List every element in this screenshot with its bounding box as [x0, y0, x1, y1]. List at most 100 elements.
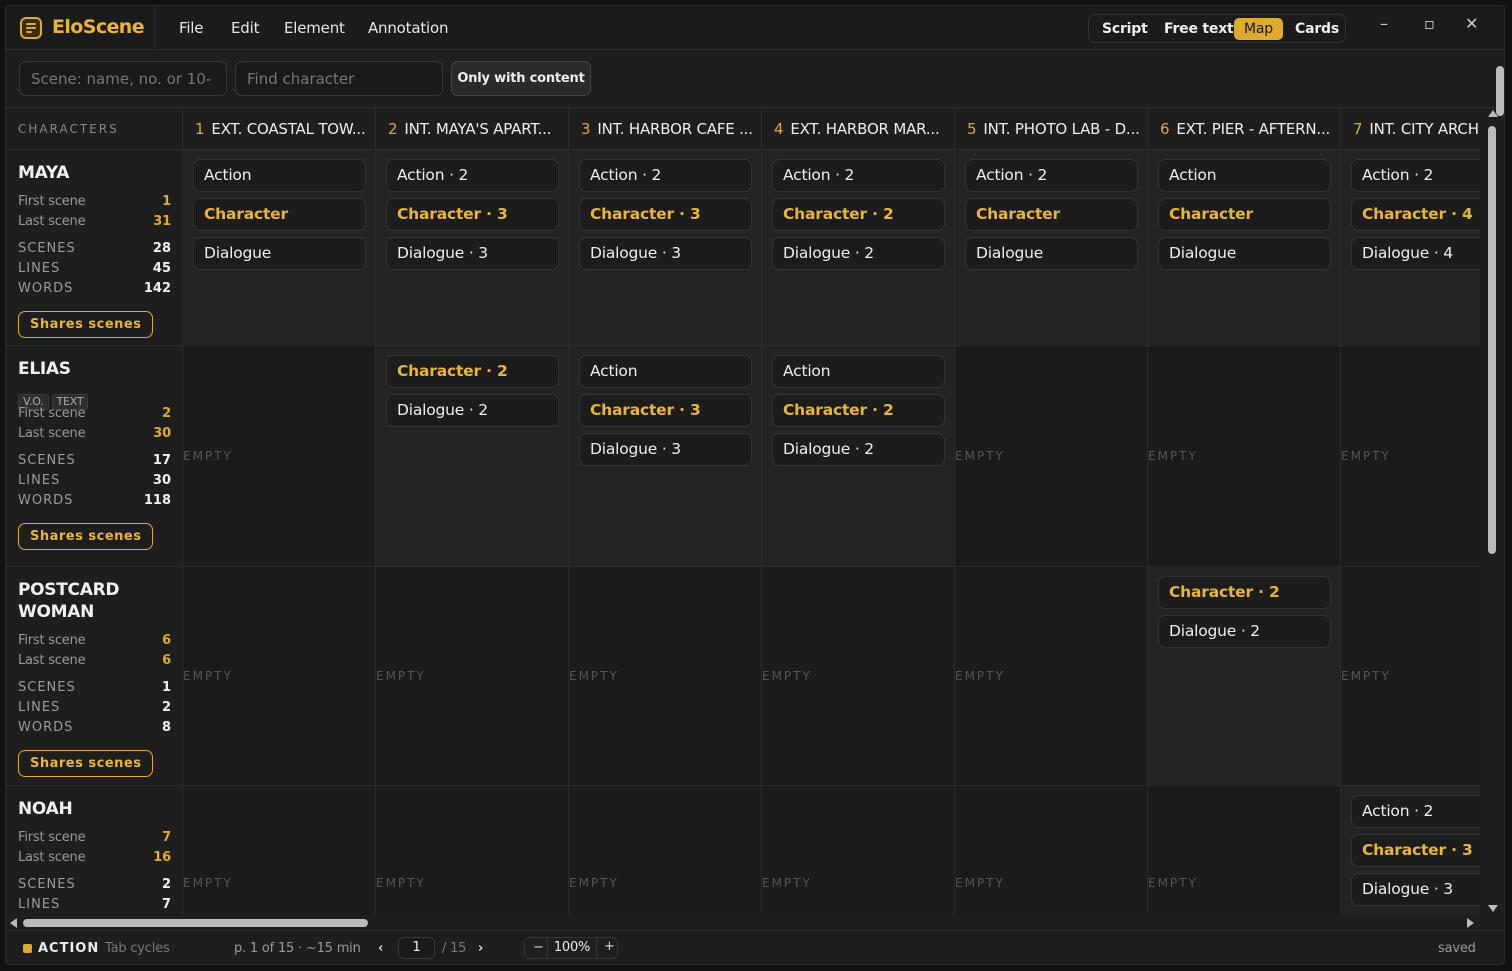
element-chip[interactable]: Character · 2	[772, 198, 945, 231]
element-chip[interactable]: Character · 3	[579, 198, 752, 231]
view-cards-button[interactable]: Cards	[1285, 18, 1349, 40]
element-chip[interactable]: Character · 3	[1351, 834, 1480, 867]
element-chip[interactable]: Dialogue	[965, 237, 1138, 270]
scene-name: EXT. COASTAL TOW...	[211, 120, 366, 138]
window-scroll-thumb[interactable]	[1496, 66, 1504, 116]
scene-header-4[interactable]: 4 EXT. HARBOR MAR...	[762, 108, 955, 150]
element-chip[interactable]: Dialogue · 3	[1351, 873, 1480, 906]
map-cell: EMPTY	[183, 567, 376, 786]
scroll-down-icon[interactable]	[1488, 905, 1498, 912]
last-scene-label: Last scene	[18, 426, 86, 441]
words-count-value: 118	[143, 493, 171, 508]
element-chip[interactable]: Character	[965, 198, 1138, 231]
scene-search-input[interactable]	[19, 61, 227, 96]
scenes-count-label: SCENES	[18, 680, 76, 695]
element-chip[interactable]: Character	[193, 198, 366, 231]
element-chip[interactable]: Dialogue	[1158, 237, 1331, 270]
element-chip[interactable]: Action · 2	[386, 159, 559, 192]
horizontal-scrollbar[interactable]	[6, 914, 1480, 930]
scroll-right-icon[interactable]	[1467, 918, 1474, 928]
lines-count-label: LINES	[18, 261, 61, 276]
horizontal-scroll-thumb[interactable]	[23, 919, 368, 927]
scene-number: 4	[774, 120, 784, 138]
element-chip[interactable]: Dialogue · 4	[1351, 237, 1480, 270]
element-chip[interactable]: Action · 2	[965, 159, 1138, 192]
menu-edit[interactable]: Edit	[231, 19, 259, 37]
menu-annotation[interactable]: Annotation	[368, 19, 448, 37]
only-with-content-button[interactable]: Only with content	[451, 61, 591, 96]
element-chip[interactable]: Dialogue · 2	[386, 394, 559, 427]
element-chip[interactable]: Character · 2	[772, 394, 945, 427]
element-chip[interactable]: Action · 2	[1351, 795, 1480, 828]
character-name: POSTCARD WOMAN	[18, 580, 120, 622]
menu-element[interactable]: Element	[284, 19, 345, 37]
map-cell: Character · 2 Dialogue · 2	[376, 346, 569, 567]
last-scene-value: 16	[153, 850, 171, 865]
scene-header-1[interactable]: 1 EXT. COASTAL TOW...	[183, 108, 376, 150]
last-scene: Last scene 16	[18, 850, 171, 870]
map-cell: Action · 2 Character · 3 Dialogue · 3	[1341, 786, 1480, 914]
scene-header-6[interactable]: 6 EXT. PIER - AFTERN...	[1148, 108, 1341, 150]
element-chip[interactable]: Action · 2	[579, 159, 752, 192]
view-map-button[interactable]: Map	[1234, 18, 1283, 40]
map-cell: Action Character · 3 Dialogue · 3	[569, 346, 762, 567]
element-chip[interactable]: Character · 4	[1351, 198, 1480, 231]
close-icon[interactable]: ✕	[1465, 14, 1478, 33]
element-chip[interactable]: Character	[1158, 198, 1331, 231]
scene-header-5[interactable]: 5 INT. PHOTO LAB - D...	[955, 108, 1148, 150]
element-chip[interactable]: Action · 2	[1351, 159, 1480, 192]
zoom-in-button[interactable]: +	[604, 939, 615, 954]
scene-header-2[interactable]: 2 INT. MAYA'S APART...	[376, 108, 569, 150]
element-chip[interactable]: Action	[579, 355, 752, 388]
element-chip[interactable]: Dialogue · 3	[579, 433, 752, 466]
view-script-button[interactable]: Script	[1092, 18, 1158, 40]
character-scene-map: CHARACTERS 1 EXT. COASTAL TOW... 2 INT. MAY…	[6, 108, 1480, 914]
element-chip[interactable]: Action · 2	[772, 159, 945, 192]
element-chip[interactable]: Action	[772, 355, 945, 388]
map-cell: Action · 2 Character · 2 Dialogue · 2	[762, 150, 955, 346]
next-page-icon[interactable]: ›	[478, 941, 483, 956]
element-chip[interactable]: Action	[193, 159, 366, 192]
menu-file[interactable]: File	[179, 19, 204, 37]
minimize-icon[interactable]: –	[1380, 14, 1388, 33]
element-chip[interactable]: Action	[1158, 159, 1331, 192]
element-chip[interactable]: Character · 3	[579, 394, 752, 427]
app-logo-icon	[20, 17, 42, 39]
element-chip[interactable]: Dialogue · 2	[772, 237, 945, 270]
element-chip[interactable]: Dialogue · 2	[772, 433, 945, 466]
map-cell: Action · 2 Character · 3 Dialogue · 3	[376, 150, 569, 346]
scroll-left-icon[interactable]	[10, 918, 17, 928]
map-cell: Action · 2 Character Dialogue	[955, 150, 1148, 346]
view-free-text-button[interactable]: Free text	[1154, 18, 1244, 40]
scene-number: 3	[581, 120, 591, 138]
element-chip[interactable]: Character · 2	[386, 355, 559, 388]
maximize-icon[interactable]: ▫	[1424, 14, 1435, 33]
character-panel-maya: MAYA First scene 1 Last scene 31 SCENES 28 LINE…	[6, 150, 183, 346]
page-number-input[interactable]: 1	[398, 937, 435, 959]
shares-scenes-button[interactable]: Shares scenes	[18, 750, 154, 777]
scene-header-3[interactable]: 3 INT. HARBOR CAFE ...	[569, 108, 762, 150]
map-cell: EMPTY	[762, 786, 955, 914]
prev-page-icon[interactable]: ‹	[378, 941, 383, 956]
divider	[154, 6, 155, 50]
empty-cell-label: EMPTY	[376, 876, 426, 890]
empty-cell-label: EMPTY	[1148, 876, 1198, 890]
element-chip[interactable]: Dialogue · 2	[1158, 615, 1331, 648]
scene-header-7[interactable]: 7 INT. CITY ARCH	[1341, 108, 1480, 150]
zoom-out-button[interactable]: −	[533, 940, 544, 955]
empty-cell-label: EMPTY	[376, 669, 426, 683]
empty-cell-label: EMPTY	[955, 669, 1005, 683]
element-chip[interactable]: Dialogue · 3	[579, 237, 752, 270]
element-chip[interactable]: Character · 3	[386, 198, 559, 231]
character-search-input[interactable]	[235, 61, 443, 96]
scenes-count-value: 2	[161, 877, 171, 892]
element-chip[interactable]: Character · 2	[1158, 576, 1331, 609]
vertical-scrollbar[interactable]	[1480, 108, 1504, 914]
shares-scenes-button[interactable]: Shares scenes	[18, 311, 154, 338]
element-chip[interactable]: Dialogue	[193, 237, 366, 270]
shares-scenes-button[interactable]: Shares scenes	[18, 523, 154, 550]
first-scene-label: First scene	[18, 406, 86, 421]
scene-name: INT. HARBOR CAFE ...	[597, 120, 753, 138]
element-chip[interactable]: Dialogue · 3	[386, 237, 559, 270]
vertical-scroll-thumb[interactable]	[1488, 126, 1496, 554]
